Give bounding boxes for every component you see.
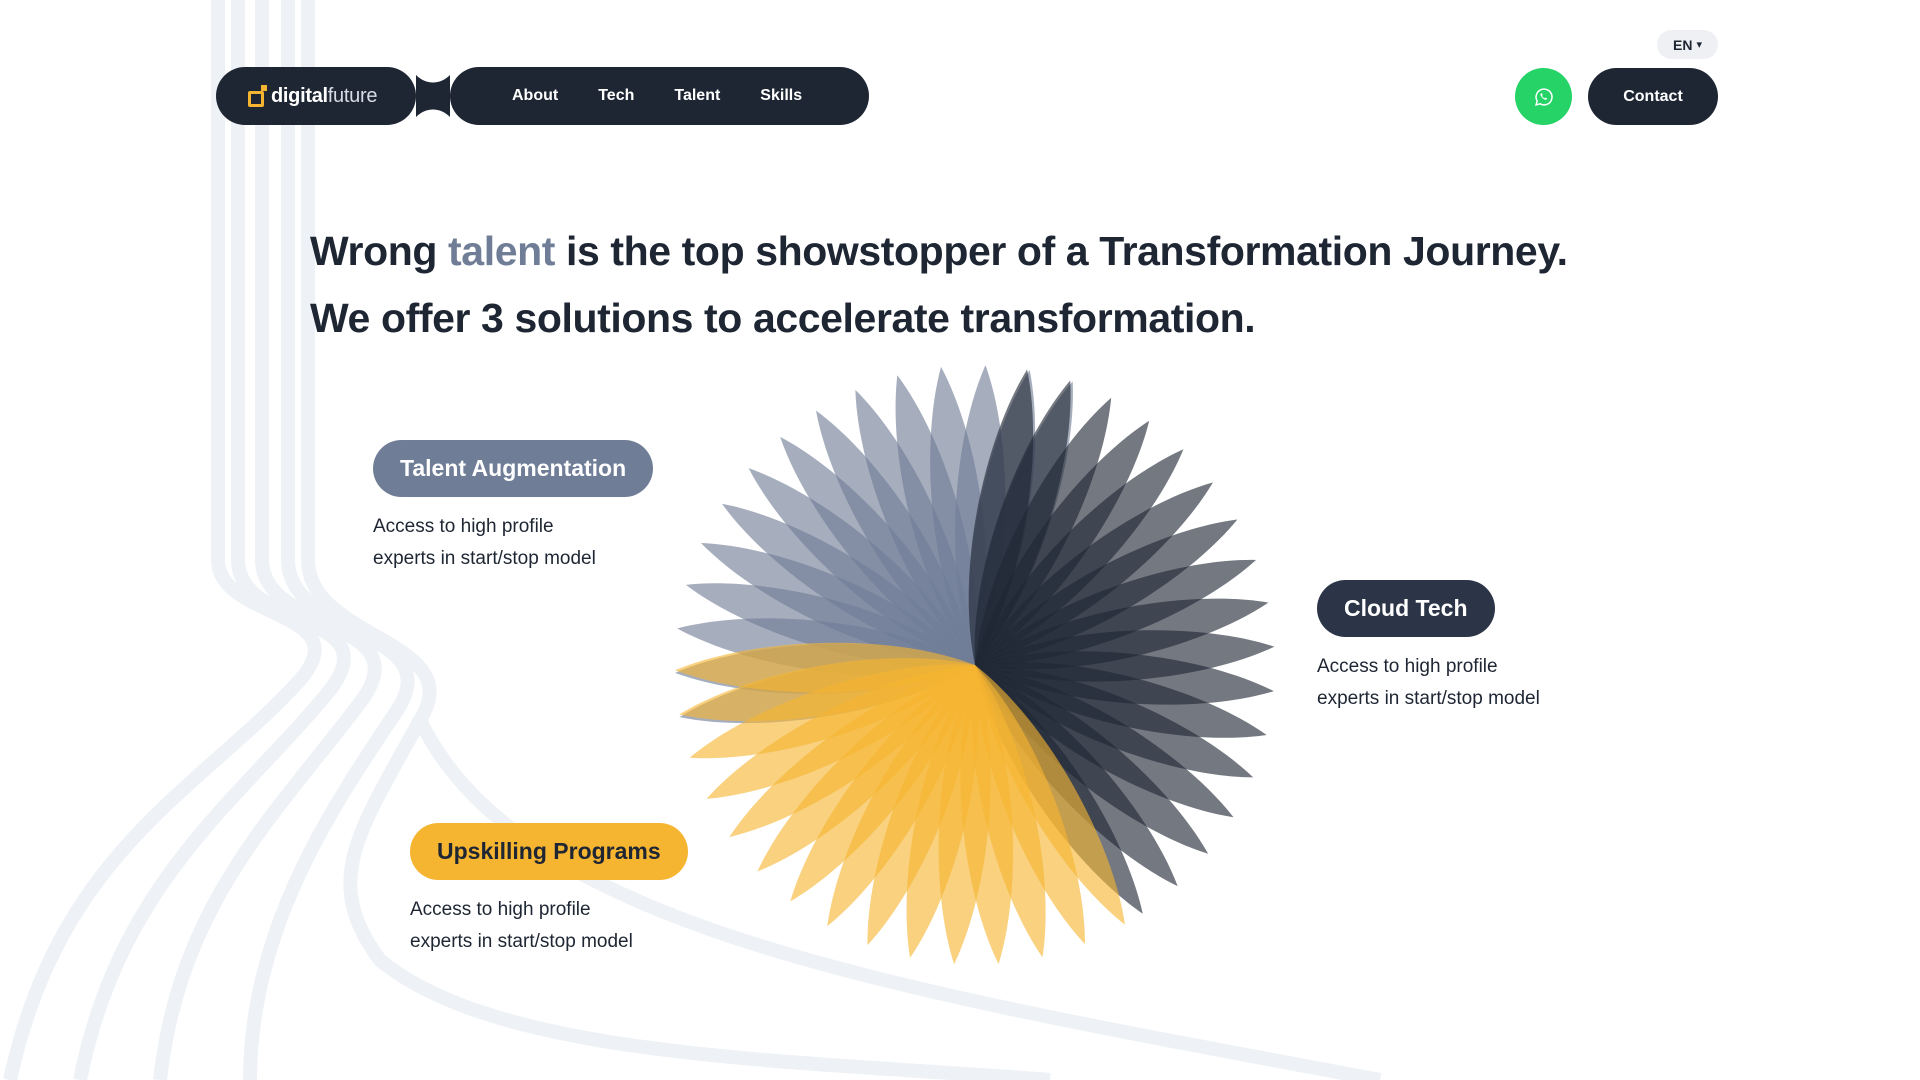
nav-about[interactable]: About: [492, 87, 578, 105]
cloud-tech-description: Access to high profile experts in start/…: [1317, 651, 1587, 715]
whatsapp-button[interactable]: [1515, 68, 1572, 125]
logo[interactable]: digitalfuture: [216, 67, 416, 125]
upskilling-programs-button[interactable]: Upskilling Programs: [410, 823, 688, 880]
nav-links: About Tech Talent Skills: [450, 67, 870, 125]
solution-upskilling-programs: Upskilling Programs Access to high profi…: [410, 823, 688, 958]
cloud-tech-button[interactable]: Cloud Tech: [1317, 580, 1495, 637]
nav-skills[interactable]: Skills: [740, 87, 822, 105]
cloud-desc-line1: Access to high profile: [1317, 656, 1498, 677]
nav-tech[interactable]: Tech: [578, 87, 654, 105]
solution-cloud-tech: Cloud Tech Access to high profile expert…: [1317, 580, 1587, 715]
talent-augmentation-button[interactable]: Talent Augmentation: [373, 440, 654, 497]
headline-line1-pre: Wrong: [310, 228, 449, 274]
language-label: EN: [1673, 36, 1693, 53]
nav-bridge: [416, 67, 450, 125]
contact-button[interactable]: Contact: [1588, 68, 1718, 125]
talent-desc-line2: experts in start/stop model: [373, 548, 596, 569]
logo-mark-icon: [248, 84, 267, 107]
main-navigation: digitalfuture About Tech Talent Skills: [216, 67, 870, 125]
nav-talent[interactable]: Talent: [654, 87, 740, 105]
headline-line2: We offer 3 solutions to accelerate trans…: [310, 295, 1256, 341]
talent-augmentation-description: Access to high profile experts in start/…: [373, 511, 643, 575]
solutions-fan-graphic: [675, 365, 1275, 965]
upskill-desc-line2: experts in start/stop model: [410, 931, 633, 952]
whatsapp-icon: [1534, 87, 1553, 106]
language-selector[interactable]: EN ▾: [1657, 30, 1718, 59]
cloud-desc-line2: experts in start/stop model: [1317, 688, 1540, 709]
talent-desc-line1: Access to high profile: [373, 516, 554, 537]
solution-talent-augmentation: Talent Augmentation Access to high profi…: [373, 440, 654, 575]
logo-text: digitalfuture: [271, 84, 378, 107]
chevron-down-icon: ▾: [1696, 39, 1702, 51]
headline-accent: talent: [448, 228, 555, 274]
upskilling-programs-description: Access to high profile experts in start/…: [410, 894, 680, 958]
upskill-desc-line1: Access to high profile: [410, 899, 591, 920]
headline-line1-post: is the top showstopper of a Transformati…: [555, 228, 1568, 274]
hero-headline: Wrong talent is the top showstopper of a…: [310, 218, 1568, 352]
